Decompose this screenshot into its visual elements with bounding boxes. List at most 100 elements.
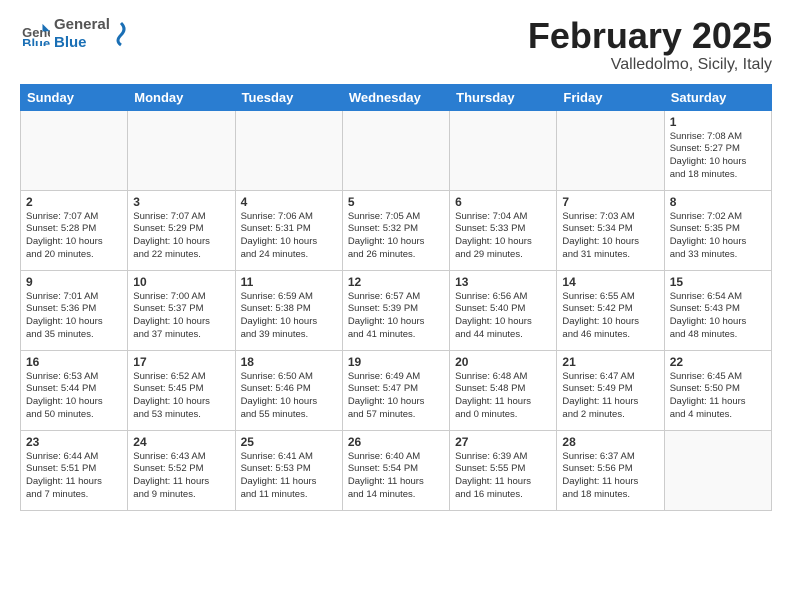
calendar-week-row: 16 Sunrise: 6:53 AM Sunset: 5:44 PM Dayli… (21, 350, 772, 430)
table-row: 23 Sunrise: 6:44 AM Sunset: 5:51 PM Dayli… (21, 430, 128, 510)
calendar: Sunday Monday Tuesday Wednesday Thursday… (20, 84, 772, 511)
table-row: 24 Sunrise: 6:43 AM Sunset: 5:52 PM Dayli… (128, 430, 235, 510)
table-row: 27 Sunrise: 6:39 AM Sunset: 5:55 PM Dayli… (450, 430, 557, 510)
logo-wave-icon (111, 21, 131, 47)
col-monday: Monday (128, 84, 235, 110)
day-number: 2 (26, 195, 122, 209)
day-details: Sunrise: 6:47 AM Sunset: 5:49 PM Dayligh… (562, 371, 658, 422)
day-details: Sunrise: 6:56 AM Sunset: 5:40 PM Dayligh… (455, 291, 551, 342)
day-details: Sunrise: 6:40 AM Sunset: 5:54 PM Dayligh… (348, 451, 444, 502)
table-row (235, 110, 342, 190)
day-details: Sunrise: 6:44 AM Sunset: 5:51 PM Dayligh… (26, 451, 122, 502)
table-row: 20Sunrise: 6:48 AM Sunset: 5:48 PM Dayli… (450, 350, 557, 430)
header: General Blue General Blue February 2025 … (20, 16, 772, 74)
col-tuesday: Tuesday (235, 84, 342, 110)
day-number: 13 (455, 275, 551, 289)
day-number: 12 (348, 275, 444, 289)
day-number: 6 (455, 195, 551, 209)
day-number: 20 (455, 355, 551, 369)
day-details: Sunrise: 6:57 AM Sunset: 5:39 PM Dayligh… (348, 291, 444, 342)
day-number: 5 (348, 195, 444, 209)
day-number: 15 (670, 275, 766, 289)
day-details: Sunrise: 7:01 AM Sunset: 5:36 PM Dayligh… (26, 291, 122, 342)
table-row: 11 Sunrise: 6:59 AM Sunset: 5:38 PM Dayli… (235, 270, 342, 350)
day-number: 25 (241, 435, 337, 449)
table-row: 6 Sunrise: 7:04 AM Sunset: 5:33 PM Daylig… (450, 190, 557, 270)
table-row: 14 Sunrise: 6:55 AM Sunset: 5:42 PM Dayli… (557, 270, 664, 350)
day-number: 21 (562, 355, 658, 369)
calendar-week-row: 9 Sunrise: 7:01 AM Sunset: 5:36 PM Daylig… (21, 270, 772, 350)
calendar-week-row: 1 Sunrise: 7:08 AM Sunset: 5:27 PM Daylig… (21, 110, 772, 190)
logo-general: General (54, 16, 110, 34)
day-details: Sunrise: 7:06 AM Sunset: 5:31 PM Dayligh… (241, 211, 337, 262)
day-details: Sunrise: 7:08 AM Sunset: 5:27 PM Dayligh… (670, 131, 766, 182)
day-number: 8 (670, 195, 766, 209)
logo: General Blue General Blue (20, 16, 131, 52)
day-number: 22 (670, 355, 766, 369)
day-number: 9 (26, 275, 122, 289)
day-details: Sunrise: 7:05 AM Sunset: 5:32 PM Dayligh… (348, 211, 444, 262)
table-row: 18 Sunrise: 6:50 AM Sunset: 5:46 PM Dayli… (235, 350, 342, 430)
day-number: 3 (133, 195, 229, 209)
svg-text:Blue: Blue (22, 36, 50, 46)
table-row: 1 Sunrise: 7:08 AM Sunset: 5:27 PM Daylig… (664, 110, 771, 190)
table-row: 8 Sunrise: 7:02 AM Sunset: 5:35 PM Daylig… (664, 190, 771, 270)
table-row: 21 Sunrise: 6:47 AM Sunset: 5:49 PM Dayli… (557, 350, 664, 430)
day-details: Sunrise: 6:55 AM Sunset: 5:42 PM Dayligh… (562, 291, 658, 342)
location: Valledolmo, Sicily, Italy (528, 56, 772, 74)
day-number: 16 (26, 355, 122, 369)
day-number: 19 (348, 355, 444, 369)
day-number: 1 (670, 115, 766, 129)
day-details: Sunrise: 6:53 AM Sunset: 5:44 PM Dayligh… (26, 371, 122, 422)
day-details: Sunrise: 6:49 AM Sunset: 5:47 PM Dayligh… (348, 371, 444, 422)
day-details: Sunrise: 6:59 AM Sunset: 5:38 PM Dayligh… (241, 291, 337, 342)
table-row (557, 110, 664, 190)
day-number: 23 (26, 435, 122, 449)
col-sunday: Sunday (21, 84, 128, 110)
day-number: 26 (348, 435, 444, 449)
day-details: Sunrise: 7:07 AM Sunset: 5:29 PM Dayligh… (133, 211, 229, 262)
day-details: Sunrise: 7:03 AM Sunset: 5:34 PM Dayligh… (562, 211, 658, 262)
day-number: 10 (133, 275, 229, 289)
col-thursday: Thursday (450, 84, 557, 110)
day-details: Sunrise: 6:52 AM Sunset: 5:45 PM Dayligh… (133, 371, 229, 422)
table-row: 5 Sunrise: 7:05 AM Sunset: 5:32 PM Daylig… (342, 190, 449, 270)
page: General Blue General Blue February 2025 … (0, 0, 792, 521)
day-number: 24 (133, 435, 229, 449)
day-number: 28 (562, 435, 658, 449)
table-row: 28 Sunrise: 6:37 AM Sunset: 5:56 PM Dayli… (557, 430, 664, 510)
table-row: 26 Sunrise: 6:40 AM Sunset: 5:54 PM Dayli… (342, 430, 449, 510)
day-number: 17 (133, 355, 229, 369)
day-details: Sunrise: 6:39 AM Sunset: 5:55 PM Dayligh… (455, 451, 551, 502)
day-number: 11 (241, 275, 337, 289)
table-row (342, 110, 449, 190)
day-details: Sunrise: 7:07 AM Sunset: 5:28 PM Dayligh… (26, 211, 122, 262)
day-number: 18 (241, 355, 337, 369)
day-number: 7 (562, 195, 658, 209)
table-row: 15Sunrise: 6:54 AM Sunset: 5:43 PM Dayli… (664, 270, 771, 350)
table-row: 2 Sunrise: 7:07 AM Sunset: 5:28 PM Daylig… (21, 190, 128, 270)
table-row: 25Sunrise: 6:41 AM Sunset: 5:53 PM Dayli… (235, 430, 342, 510)
day-details: Sunrise: 7:02 AM Sunset: 5:35 PM Dayligh… (670, 211, 766, 262)
table-row: 3 Sunrise: 7:07 AM Sunset: 5:29 PM Daylig… (128, 190, 235, 270)
day-details: Sunrise: 7:04 AM Sunset: 5:33 PM Dayligh… (455, 211, 551, 262)
calendar-header-row: Sunday Monday Tuesday Wednesday Thursday… (21, 84, 772, 110)
table-row: 19 Sunrise: 6:49 AM Sunset: 5:47 PM Dayli… (342, 350, 449, 430)
table-row: 13 Sunrise: 6:56 AM Sunset: 5:40 PM Dayli… (450, 270, 557, 350)
table-row (21, 110, 128, 190)
day-number: 27 (455, 435, 551, 449)
logo-blue: Blue (54, 34, 110, 52)
title-block: February 2025 Valledolmo, Sicily, Italy (528, 16, 772, 74)
col-friday: Friday (557, 84, 664, 110)
day-details: Sunrise: 6:50 AM Sunset: 5:46 PM Dayligh… (241, 371, 337, 422)
month-title: February 2025 (528, 16, 772, 56)
table-row: 4Sunrise: 7:06 AM Sunset: 5:31 PM Daylig… (235, 190, 342, 270)
table-row: 22Sunrise: 6:45 AM Sunset: 5:50 PM Dayli… (664, 350, 771, 430)
day-details: Sunrise: 7:00 AM Sunset: 5:37 PM Dayligh… (133, 291, 229, 342)
day-number: 14 (562, 275, 658, 289)
col-wednesday: Wednesday (342, 84, 449, 110)
day-details: Sunrise: 6:37 AM Sunset: 5:56 PM Dayligh… (562, 451, 658, 502)
col-saturday: Saturday (664, 84, 771, 110)
table-row: 16 Sunrise: 6:53 AM Sunset: 5:44 PM Dayli… (21, 350, 128, 430)
day-details: Sunrise: 6:43 AM Sunset: 5:52 PM Dayligh… (133, 451, 229, 502)
